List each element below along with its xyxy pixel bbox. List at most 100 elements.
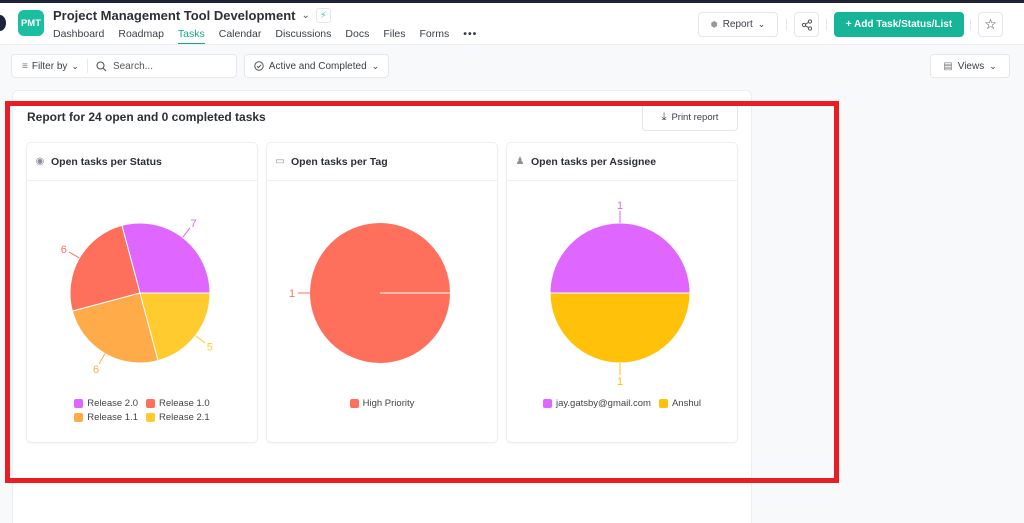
data-label: 5 — [207, 342, 213, 354]
chart-card-tag: ▭ Open tasks per Tag 1 High Priority — [266, 142, 498, 443]
project-nav: Dashboard Roadmap Tasks Calendar Discuss… — [53, 28, 477, 44]
filter-by-label: Filter by — [31, 60, 68, 72]
chevron-down-icon: ⌄ — [71, 60, 79, 71]
sidebar-toggle[interactable] — [0, 15, 6, 31]
chart-legend: High Priority — [267, 398, 497, 409]
user-icon: ♟︎ — [515, 156, 525, 167]
search-icon — [96, 60, 107, 71]
add-task-status-list-button[interactable]: + Add Task/Status/List — [834, 12, 964, 37]
data-label: 6 — [93, 364, 99, 376]
chart-title: Open tasks per Tag — [291, 155, 388, 168]
share-button[interactable] — [794, 12, 819, 37]
chevron-down-icon: ⌄ — [371, 60, 380, 71]
star-icon: ☆ — [984, 16, 997, 32]
chevron-down-icon: ⌄ — [989, 60, 997, 71]
legend-item[interactable]: Release 1.0 — [146, 398, 210, 409]
legend-swatch — [658, 399, 668, 408]
pie-chart-assignee: 11 — [549, 200, 691, 388]
divider — [970, 19, 971, 31]
label-leader-line — [195, 335, 206, 344]
active-completed-label: Active and Completed — [268, 60, 367, 72]
report-icon: ⬢ — [710, 20, 718, 29]
project-header: PMT Project Management Tool Development … — [0, 3, 1024, 45]
search-field[interactable] — [88, 60, 236, 72]
search-input[interactable] — [112, 60, 223, 72]
chart-card-header: ▭ Open tasks per Tag — [267, 143, 497, 181]
chevron-down-icon: ⌄ — [757, 19, 766, 29]
nav-forms[interactable]: Forms — [420, 28, 450, 44]
chart-title: Open tasks per Status — [51, 155, 162, 168]
legend-item[interactable]: jay.gatsby@gmail.com — [542, 398, 651, 409]
data-label: 1 — [289, 288, 295, 300]
chart-card-header: ♟︎ Open tasks per Assignee — [507, 143, 737, 181]
report-title: Report for 24 open and 0 completed tasks — [27, 110, 266, 124]
divider — [786, 19, 787, 31]
tag-icon: ▭ — [275, 156, 285, 167]
views-icon: ▤ — [943, 60, 953, 72]
label-leader-line — [98, 353, 106, 365]
status-icon: ◉ — [35, 156, 45, 167]
views-label: Views — [957, 60, 985, 72]
project-logo: PMT — [18, 10, 44, 36]
legend-label: High Priority — [362, 398, 415, 409]
legend-label: Release 2.1 — [159, 412, 210, 423]
chart-legend: Release 2.0 Release 1.0 Release 1.1 Release… — [27, 398, 257, 423]
legend-item[interactable]: Release 2.1 — [146, 412, 210, 423]
legend-swatch — [542, 399, 552, 408]
nav-dashboard[interactable]: Dashboard — [53, 28, 104, 44]
filter-search-bar: ≡ Filter by ⌄ — [11, 54, 237, 78]
project-title-text: Project Management Tool Development — [53, 8, 296, 23]
legend-item[interactable]: Anshul — [658, 398, 701, 409]
share-icon — [801, 18, 812, 31]
chart-title: Open tasks per Assignee — [531, 155, 657, 168]
legend-label: Release 1.1 — [87, 412, 138, 423]
bolt-icon[interactable]: ⚡︎ — [315, 8, 331, 23]
print-report-button[interactable]: ⤓ Print report — [642, 104, 738, 131]
label-leader-line — [182, 227, 191, 238]
nav-docs[interactable]: Docs — [345, 28, 369, 44]
pie-chart-status: 7 6 6 5 — [61, 218, 213, 376]
pie-slice[interactable] — [549, 222, 691, 294]
filter-by-button[interactable]: ≡ Filter by ⌄ — [12, 59, 88, 73]
data-label: 1 — [617, 376, 623, 388]
nav-tasks[interactable]: Tasks — [177, 28, 205, 44]
download-icon: ⤓ — [661, 111, 667, 123]
legend-item[interactable]: High Priority — [349, 398, 415, 409]
data-label: 1 — [617, 200, 623, 212]
legend-label: Release 2.0 — [87, 398, 138, 409]
legend-label: Release 1.0 — [159, 398, 210, 409]
divider — [826, 19, 827, 31]
legend-label: jay.gatsby@gmail.com — [555, 398, 651, 409]
legend-item[interactable]: Release 1.1 — [74, 412, 138, 423]
label-leader-line — [68, 251, 80, 259]
chart-legend: jay.gatsby@gmail.com Anshul — [507, 398, 737, 409]
legend-swatch — [74, 399, 84, 408]
chart-card-status: ◉ Open tasks per Status 7 6 6 5 Release 2.0… — [26, 142, 258, 443]
legend-swatch — [146, 413, 155, 422]
data-label: 6 — [61, 244, 67, 256]
nav-roadmap[interactable]: Roadmap — [118, 28, 164, 44]
data-label: 7 — [191, 218, 197, 230]
project-title[interactable]: Project Management Tool Development ⌄ ⚡︎ — [53, 8, 331, 23]
nav-calendar[interactable]: Calendar — [219, 28, 262, 44]
favorite-star-button[interactable]: ☆ — [978, 12, 1003, 37]
active-completed-dropdown[interactable]: Active and Completed ⌄ — [244, 54, 389, 78]
pie-slice[interactable] — [549, 292, 691, 364]
chart-card-header: ◉ Open tasks per Status — [27, 143, 257, 181]
report-button-label: Report — [722, 19, 753, 30]
report-button[interactable]: ⬢ Report ⌄ — [698, 12, 778, 37]
nav-discussions[interactable]: Discussions — [275, 28, 331, 44]
print-report-label: Print report — [671, 112, 719, 123]
legend-swatch — [146, 399, 155, 408]
more-icon[interactable]: ••• — [463, 28, 477, 44]
legend-swatch — [74, 413, 84, 422]
filter-icon: ≡ — [22, 60, 28, 72]
chevron-down-icon[interactable]: ⌄ — [301, 10, 309, 21]
views-dropdown[interactable]: ▤ Views ⌄ — [930, 54, 1010, 78]
chart-card-assignee: ♟︎ Open tasks per Assignee 11 jay.gatsby… — [506, 142, 738, 443]
pie-chart-tag: 1 — [289, 223, 450, 363]
legend-swatch — [349, 399, 359, 408]
check-circle-icon — [254, 61, 264, 71]
nav-files[interactable]: Files — [383, 28, 405, 44]
legend-item[interactable]: Release 2.0 — [74, 398, 138, 409]
